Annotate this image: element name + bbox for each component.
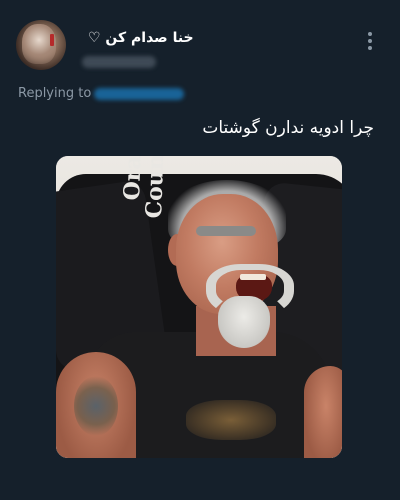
image-right-arm — [304, 366, 342, 458]
user-handle-blurred[interactable] — [82, 56, 156, 68]
display-name[interactable]: خنا صدام کن ♡ — [88, 30, 194, 46]
image-tattoo — [74, 376, 118, 436]
chair-print-text-2: County — [141, 156, 171, 219]
image-brow — [196, 226, 256, 236]
image-mustache — [206, 264, 294, 318]
replying-to-label: Replying to — [18, 86, 92, 101]
avatar[interactable] — [16, 20, 66, 70]
image-shirt-logo — [186, 400, 276, 440]
replying-to-handle-blurred[interactable] — [94, 88, 184, 100]
tweet-text: چرا ادویه ندارن گوشتات — [202, 118, 374, 138]
tweet-reply-card: خنا صدام کن ♡ Replying to چرا ادویه ندار… — [0, 0, 400, 500]
more-options-icon[interactable] — [362, 30, 378, 54]
avatar-detail — [50, 34, 54, 46]
tweet-media-image[interactable]: Orange County — [56, 156, 342, 458]
